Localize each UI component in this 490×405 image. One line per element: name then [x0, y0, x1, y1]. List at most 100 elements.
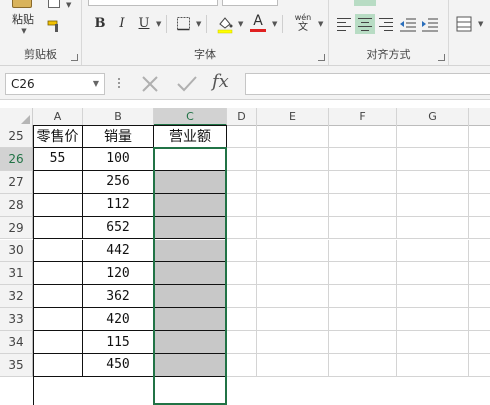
- table-cell[interactable]: [154, 354, 227, 377]
- cell[interactable]: [329, 216, 397, 240]
- table-cell[interactable]: 256: [83, 170, 154, 194]
- cell[interactable]: [469, 354, 490, 377]
- cell[interactable]: [257, 308, 329, 332]
- table-cell[interactable]: 652: [83, 216, 154, 240]
- row-header[interactable]: 25: [0, 125, 33, 148]
- cell[interactable]: [469, 125, 490, 148]
- cell[interactable]: [257, 170, 329, 194]
- cell[interactable]: [227, 354, 257, 377]
- table-cell[interactable]: [33, 193, 83, 217]
- cell[interactable]: [257, 262, 329, 286]
- name-box[interactable]: C26 ▼: [5, 73, 105, 95]
- cell[interactable]: [257, 354, 329, 377]
- phonetic-dropdown-icon[interactable]: ▼: [318, 20, 323, 28]
- table-cell[interactable]: [154, 239, 227, 263]
- table-cell[interactable]: 420: [83, 308, 154, 332]
- cell[interactable]: [227, 125, 257, 148]
- column-header-g[interactable]: G: [397, 108, 469, 126]
- cell[interactable]: [257, 331, 329, 354]
- cell[interactable]: [329, 285, 397, 309]
- cell[interactable]: [227, 262, 257, 286]
- insert-function-button[interactable]: fx: [212, 71, 229, 92]
- number-format-dropdown-icon[interactable]: ▼: [478, 20, 483, 28]
- formula-input[interactable]: [245, 73, 490, 95]
- cell[interactable]: [469, 217, 490, 240]
- cell[interactable]: [227, 170, 257, 194]
- font-size-select[interactable]: [222, 0, 278, 6]
- cell[interactable]: [469, 240, 490, 263]
- column-header-e[interactable]: E: [257, 108, 329, 126]
- table-header-cell[interactable]: 营业额: [154, 125, 227, 148]
- increase-indent-icon[interactable]: [421, 15, 439, 33]
- column-header-a[interactable]: A: [33, 108, 83, 126]
- cell[interactable]: [227, 147, 257, 171]
- cell[interactable]: [397, 147, 469, 171]
- cell[interactable]: [227, 193, 257, 217]
- table-cell[interactable]: [33, 308, 83, 332]
- table-cell[interactable]: [33, 216, 83, 240]
- table-cell[interactable]: [33, 170, 83, 194]
- cell[interactable]: [397, 331, 469, 354]
- cell[interactable]: [397, 262, 469, 286]
- cell[interactable]: [257, 216, 329, 240]
- number-format-icon[interactable]: [455, 15, 473, 33]
- column-header-f[interactable]: F: [329, 108, 397, 126]
- cell[interactable]: [257, 125, 329, 148]
- cell[interactable]: [397, 354, 469, 377]
- cell[interactable]: [329, 308, 397, 332]
- underline-dropdown-icon[interactable]: ▼: [156, 20, 161, 28]
- table-cell[interactable]: [154, 170, 227, 194]
- align-left-button[interactable]: [335, 15, 353, 33]
- table-header-cell[interactable]: 零售价: [33, 125, 83, 148]
- row-header[interactable]: 27: [0, 170, 33, 194]
- paste-icon[interactable]: [12, 0, 32, 8]
- border-icon[interactable]: [176, 16, 192, 32]
- row-header[interactable]: 32: [0, 285, 33, 309]
- cell[interactable]: [227, 216, 257, 240]
- cancel-icon[interactable]: [140, 75, 160, 93]
- table-cell[interactable]: 450: [83, 354, 154, 377]
- cell[interactable]: [257, 193, 329, 217]
- cell[interactable]: [329, 331, 397, 354]
- cell[interactable]: [397, 216, 469, 240]
- alignment-launcher-icon[interactable]: [438, 54, 445, 61]
- bold-button[interactable]: B: [92, 16, 108, 32]
- clipboard-launcher-icon[interactable]: [71, 54, 78, 61]
- cell[interactable]: [397, 285, 469, 309]
- row-header[interactable]: 31: [0, 262, 33, 286]
- fill-color-dropdown-icon[interactable]: ▼: [238, 20, 243, 28]
- cell[interactable]: [397, 170, 469, 194]
- table-cell[interactable]: 55: [33, 147, 83, 171]
- cell[interactable]: [469, 194, 490, 217]
- font-color-button[interactable]: A: [250, 13, 266, 32]
- table-cell[interactable]: 115: [83, 331, 154, 354]
- table-cell[interactable]: 362: [83, 285, 154, 309]
- row-header[interactable]: 26: [0, 147, 33, 171]
- cell[interactable]: [329, 354, 397, 377]
- cell[interactable]: [469, 148, 490, 171]
- table-cell[interactable]: [154, 331, 227, 354]
- cell[interactable]: [329, 125, 397, 148]
- cell[interactable]: [397, 308, 469, 332]
- table-cell[interactable]: [154, 193, 227, 217]
- table-cell[interactable]: [154, 216, 227, 240]
- table-cell[interactable]: 100: [83, 147, 154, 171]
- copy-dropdown-icon[interactable]: ▼: [66, 1, 71, 9]
- cell[interactable]: [227, 331, 257, 354]
- paste-dropdown-icon[interactable]: ▼: [12, 25, 34, 37]
- cell[interactable]: [397, 125, 469, 148]
- table-cell[interactable]: 442: [83, 239, 154, 263]
- row-header[interactable]: 30: [0, 239, 33, 263]
- row-header[interactable]: 28: [0, 193, 33, 217]
- cell[interactable]: [469, 285, 490, 309]
- cell[interactable]: [397, 239, 469, 263]
- table-cell[interactable]: 112: [83, 193, 154, 217]
- cell[interactable]: [469, 262, 490, 286]
- cell[interactable]: [469, 308, 490, 332]
- top-align-button[interactable]: [354, 0, 376, 6]
- table-cell[interactable]: [154, 285, 227, 309]
- cell[interactable]: [227, 308, 257, 332]
- row-header[interactable]: 34: [0, 331, 33, 354]
- phonetic-guide-button[interactable]: wén 文: [290, 13, 316, 35]
- cell[interactable]: [227, 285, 257, 309]
